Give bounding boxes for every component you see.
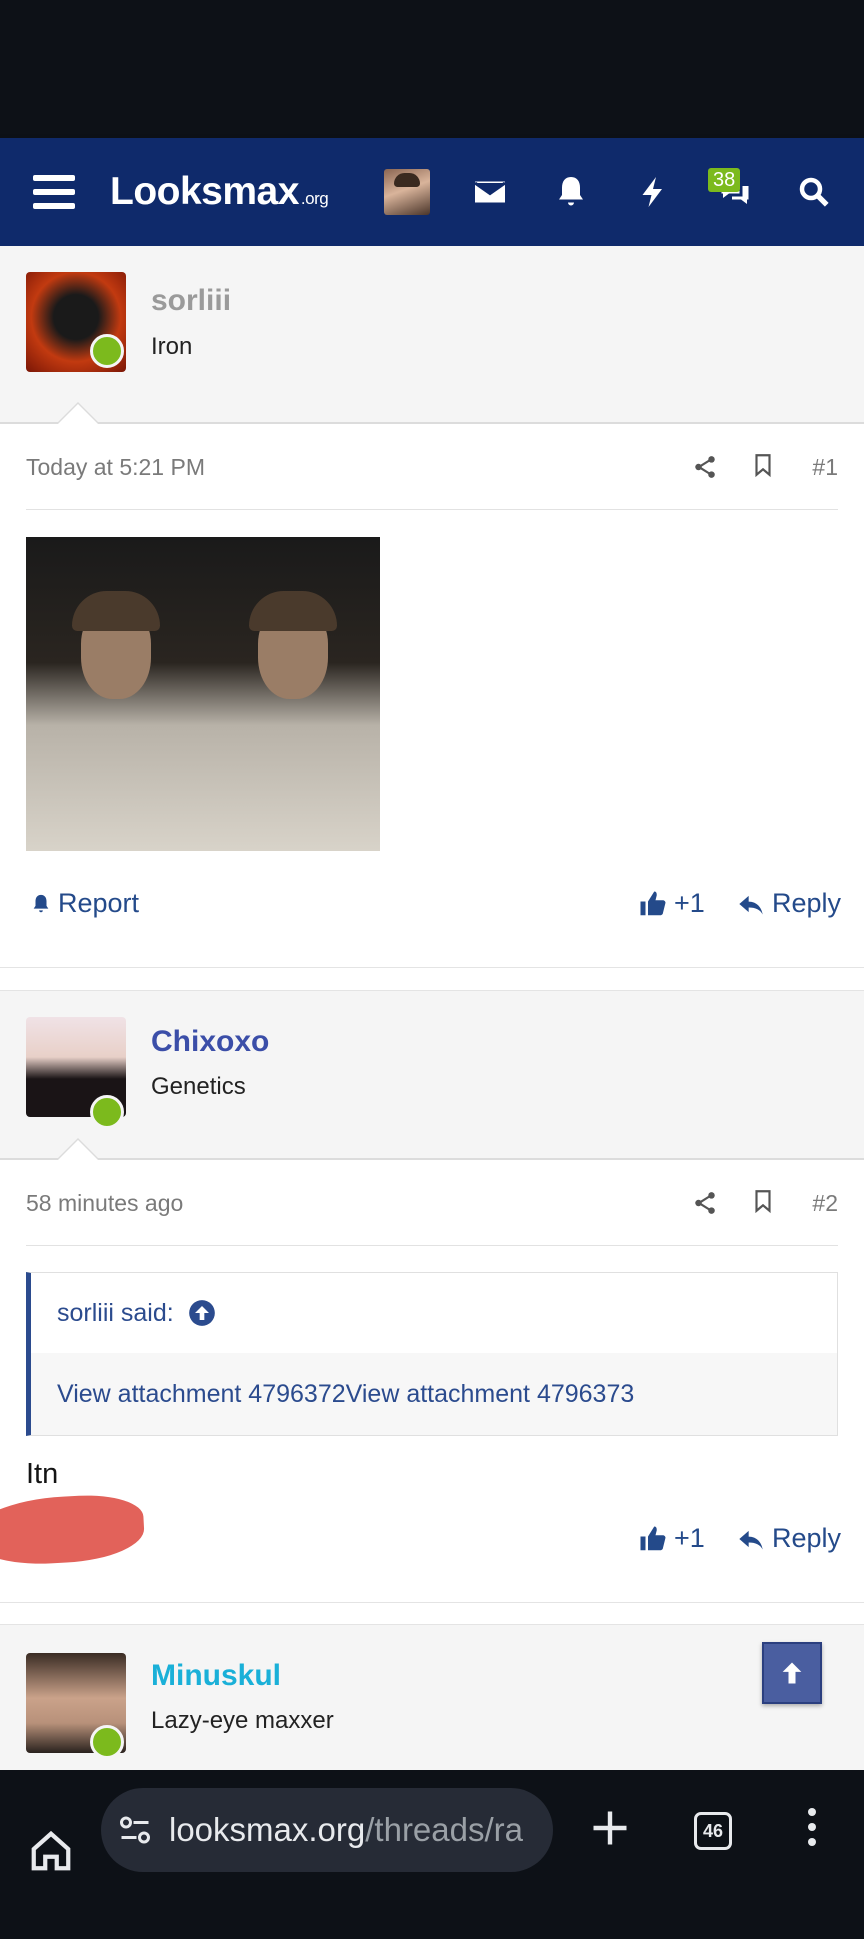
like-button[interactable]: +1 <box>638 1523 705 1554</box>
post-date[interactable]: 58 minutes ago <box>26 1190 183 1217</box>
caret <box>58 1140 98 1160</box>
attachment-photo-2[interactable] <box>203 537 380 851</box>
more-menu-icon[interactable] <box>808 1808 816 1846</box>
attachment-photo-1[interactable] <box>26 537 203 851</box>
post-divider <box>0 967 864 968</box>
bookmark-icon[interactable] <box>750 450 776 485</box>
post-date[interactable]: Today at 5:21 PM <box>26 454 205 481</box>
reply-button[interactable]: Reply <box>736 1523 841 1554</box>
post-divider <box>0 1602 864 1603</box>
post-text: Itn <box>26 1458 59 1490</box>
user-title: Genetics <box>151 1073 246 1100</box>
new-tab-icon[interactable] <box>588 1806 632 1855</box>
chat-icon[interactable] <box>710 138 760 246</box>
site-navbar: Looksmax .org 38 <box>0 138 864 246</box>
mail-icon[interactable] <box>465 138 515 246</box>
post-userbar: Chixoxo Genetics <box>0 990 864 1160</box>
quote-author[interactable]: sorliii said: <box>57 1299 174 1328</box>
account-avatar[interactable] <box>384 138 430 246</box>
avatar <box>384 169 430 215</box>
attachment-image[interactable] <box>26 537 380 851</box>
quote-body[interactable]: View attachment 4796372View attachment 4… <box>31 1353 837 1435</box>
online-indicator <box>90 1095 124 1129</box>
quote-block: sorliii said: View attachment 4796372Vie… <box>26 1272 838 1436</box>
reply-label: Reply <box>772 888 842 918</box>
status-bar <box>0 0 864 138</box>
post-meta: 58 minutes ago #2 <box>26 1160 838 1246</box>
share-icon[interactable] <box>692 452 718 487</box>
reply-button[interactable]: Reply <box>736 888 841 919</box>
report-label: Report <box>58 888 140 918</box>
caret <box>58 404 98 424</box>
bolt-icon[interactable] <box>628 138 678 246</box>
menu-icon[interactable] <box>30 138 78 246</box>
post-number[interactable]: #2 <box>812 1190 838 1217</box>
post-actions: Report +1 Reply <box>26 888 841 938</box>
post-meta: Today at 5:21 PM #1 <box>26 424 838 510</box>
arrow-up-icon <box>782 1662 802 1684</box>
home-icon[interactable] <box>28 1828 74 1879</box>
post-actions: port +1 Reply <box>26 1523 841 1573</box>
bell-icon[interactable] <box>546 138 596 246</box>
url-path: /threads/ra <box>365 1811 523 1848</box>
url-bar[interactable]: looksmax.org/threads/ra <box>101 1788 553 1872</box>
like-button[interactable]: +1 <box>638 888 705 919</box>
logo-suffix: .org <box>300 189 329 208</box>
post-number[interactable]: #1 <box>812 454 838 481</box>
user-title: Iron <box>151 333 193 360</box>
thumbs-up-icon <box>640 1526 666 1550</box>
bell-icon <box>33 894 49 912</box>
bookmark-icon[interactable] <box>750 1186 776 1221</box>
site-logo[interactable]: Looksmax .org <box>110 138 329 246</box>
reply-label: Reply <box>772 1523 842 1553</box>
quote-header[interactable]: sorliii said: <box>31 1273 837 1353</box>
thumbs-up-icon <box>640 891 666 915</box>
back-to-top-button[interactable] <box>762 1642 822 1704</box>
url-host: looksmax.org <box>169 1811 366 1848</box>
alerts-badge: 38 <box>708 168 741 192</box>
share-icon[interactable] <box>692 1188 718 1223</box>
like-label: +1 <box>674 888 705 918</box>
post-userbar: Minuskul Lazy-eye maxxer <box>0 1624 864 1770</box>
username[interactable]: sorliii <box>151 284 231 318</box>
tab-switcher-button[interactable]: 46 <box>694 1812 732 1850</box>
site-settings-icon[interactable] <box>117 1812 153 1848</box>
report-button[interactable]: Report <box>30 888 139 919</box>
reply-icon <box>739 895 763 914</box>
url-text: looksmax.org/threads/ra <box>169 1811 523 1849</box>
logo-text: Looksmax <box>110 170 299 213</box>
arrow-up-circle-icon[interactable] <box>188 1299 216 1327</box>
online-indicator <box>90 334 124 368</box>
username[interactable]: Minuskul <box>151 1659 281 1693</box>
user-title: Lazy-eye maxxer <box>151 1707 334 1734</box>
like-label: +1 <box>674 1523 705 1553</box>
online-indicator <box>90 1725 124 1759</box>
post-userbar: sorliii Iron <box>0 246 864 424</box>
reply-icon <box>739 1530 763 1549</box>
username[interactable]: Chixoxo <box>151 1025 269 1059</box>
search-icon[interactable] <box>789 138 839 246</box>
browser-toolbar: looksmax.org/threads/ra 46 <box>0 1770 864 1939</box>
